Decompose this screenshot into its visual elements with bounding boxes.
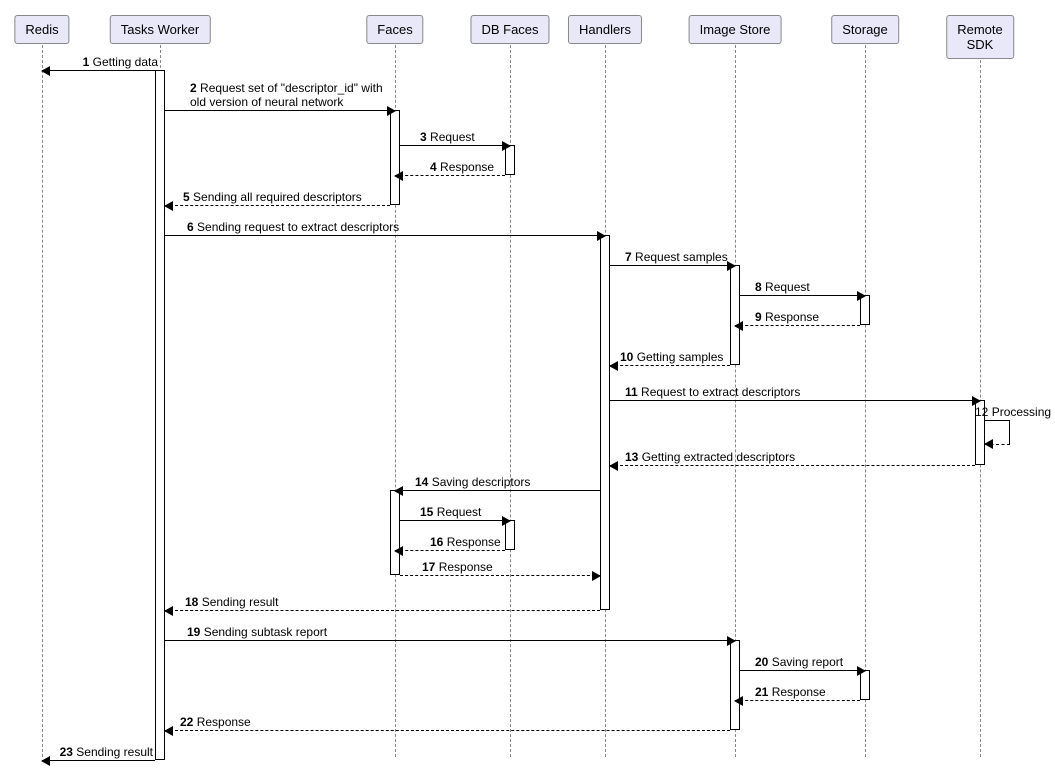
participant-remote-sdk: Remote SDK xyxy=(946,15,1014,59)
message-16: 16 Response xyxy=(395,550,505,551)
arrowhead-icon xyxy=(734,696,743,706)
message-19: 19 Sending subtask report xyxy=(165,640,735,641)
message-11: 11 Request to extract descriptors xyxy=(610,400,980,401)
message-label: 5 Sending all required descriptors xyxy=(183,190,362,204)
arrowhead-icon xyxy=(394,486,403,496)
arrowhead-icon xyxy=(727,636,736,646)
arrowhead-icon xyxy=(727,261,736,271)
arrowhead-icon xyxy=(164,726,173,736)
arrowhead-icon xyxy=(41,756,50,766)
message-label: 9 Response xyxy=(755,310,819,324)
message-label: 2 Request set of "descriptor_id" withold… xyxy=(190,81,383,109)
lifeline-redis xyxy=(42,45,43,757)
message-8: 8 Request xyxy=(740,295,865,296)
message-label: 16 Response xyxy=(430,535,501,549)
message-label: 3 Request xyxy=(420,130,475,144)
message-label: 12 Processing xyxy=(975,405,1051,419)
message-7: 7 Request samples xyxy=(610,265,735,266)
arrowhead-icon xyxy=(502,141,511,151)
message-label: 20 Saving report xyxy=(755,655,843,669)
message-label: 11 Request to extract descriptors xyxy=(625,385,800,399)
message-15: 15 Request xyxy=(400,520,510,521)
message-label: 7 Request samples xyxy=(625,250,728,264)
arrowhead-icon xyxy=(502,516,511,526)
message-22: 22 Response xyxy=(165,730,730,731)
activation-bar xyxy=(730,265,740,365)
message-label: 1 Getting data xyxy=(83,55,158,69)
participant-redis: Redis xyxy=(14,15,69,44)
message-9: 9 Response xyxy=(735,325,860,326)
message-label: 8 Request xyxy=(755,280,810,294)
message-17: 17 Response xyxy=(400,575,600,576)
message-23: 23 Sending result xyxy=(42,760,155,761)
arrowhead-icon xyxy=(734,321,743,331)
message-6: 6 Sending request to extract descriptors xyxy=(165,235,605,236)
message-1: 1 Getting data xyxy=(42,70,160,71)
message-2: 2 Request set of "descriptor_id" withold… xyxy=(165,110,395,111)
arrowhead-icon xyxy=(41,66,50,76)
activation-bar xyxy=(600,235,610,610)
arrowhead-icon xyxy=(387,106,396,116)
message-label: 6 Sending request to extract descriptors xyxy=(187,220,399,234)
self-message-12: 12 Processing xyxy=(985,420,1010,445)
participant-faces: Faces xyxy=(366,15,423,44)
message-label: 19 Sending subtask report xyxy=(187,625,327,639)
activation-bar xyxy=(390,110,400,205)
message-label: 4 Response xyxy=(430,160,494,174)
lifeline-storage xyxy=(865,45,866,757)
message-label: 21 Response xyxy=(755,685,826,699)
message-20: 20 Saving report xyxy=(740,670,865,671)
message-label: 17 Response xyxy=(422,560,493,574)
sequence-diagram: Redis Tasks Worker Faces DB Faces Handlers Im… xyxy=(10,10,1045,762)
activation-bar xyxy=(390,490,400,575)
message-label: 23 Sending result xyxy=(60,745,153,759)
participant-image-store: Image Store xyxy=(689,15,782,44)
activation-bar xyxy=(155,70,165,760)
arrowhead-icon xyxy=(857,666,866,676)
message-label: 10 Getting samples xyxy=(620,350,723,364)
participant-tasks-worker: Tasks Worker xyxy=(110,15,211,44)
message-5: 5 Sending all required descriptors xyxy=(165,205,390,206)
message-label: 15 Request xyxy=(420,505,481,519)
arrowhead-icon xyxy=(597,231,606,241)
message-label: 18 Sending result xyxy=(185,595,278,609)
message-10: 10 Getting samples xyxy=(610,365,730,366)
arrowhead-icon xyxy=(394,546,403,556)
message-label: 22 Response xyxy=(180,715,251,729)
participant-db-faces: DB Faces xyxy=(470,15,549,44)
arrowhead-icon xyxy=(394,171,403,181)
activation-bar xyxy=(730,640,740,730)
message-3: 3 Request xyxy=(400,145,510,146)
arrowhead-icon xyxy=(984,439,993,449)
message-4: 4 Response xyxy=(395,175,505,176)
arrowhead-icon xyxy=(857,291,866,301)
message-label: 13 Getting extracted descriptors xyxy=(625,450,795,464)
message-13: 13 Getting extracted descriptors xyxy=(610,465,975,466)
arrowhead-icon xyxy=(609,361,618,371)
message-18: 18 Sending result xyxy=(165,610,600,611)
participant-handlers: Handlers xyxy=(568,15,642,44)
arrowhead-icon xyxy=(609,461,618,471)
arrowhead-icon xyxy=(164,201,173,211)
message-21: 21 Response xyxy=(735,700,860,701)
arrowhead-icon xyxy=(164,606,173,616)
message-14: 14 Saving descriptors xyxy=(395,490,600,491)
message-label: 14 Saving descriptors xyxy=(415,475,530,489)
arrowhead-icon xyxy=(592,571,601,581)
participant-storage: Storage xyxy=(831,15,899,44)
